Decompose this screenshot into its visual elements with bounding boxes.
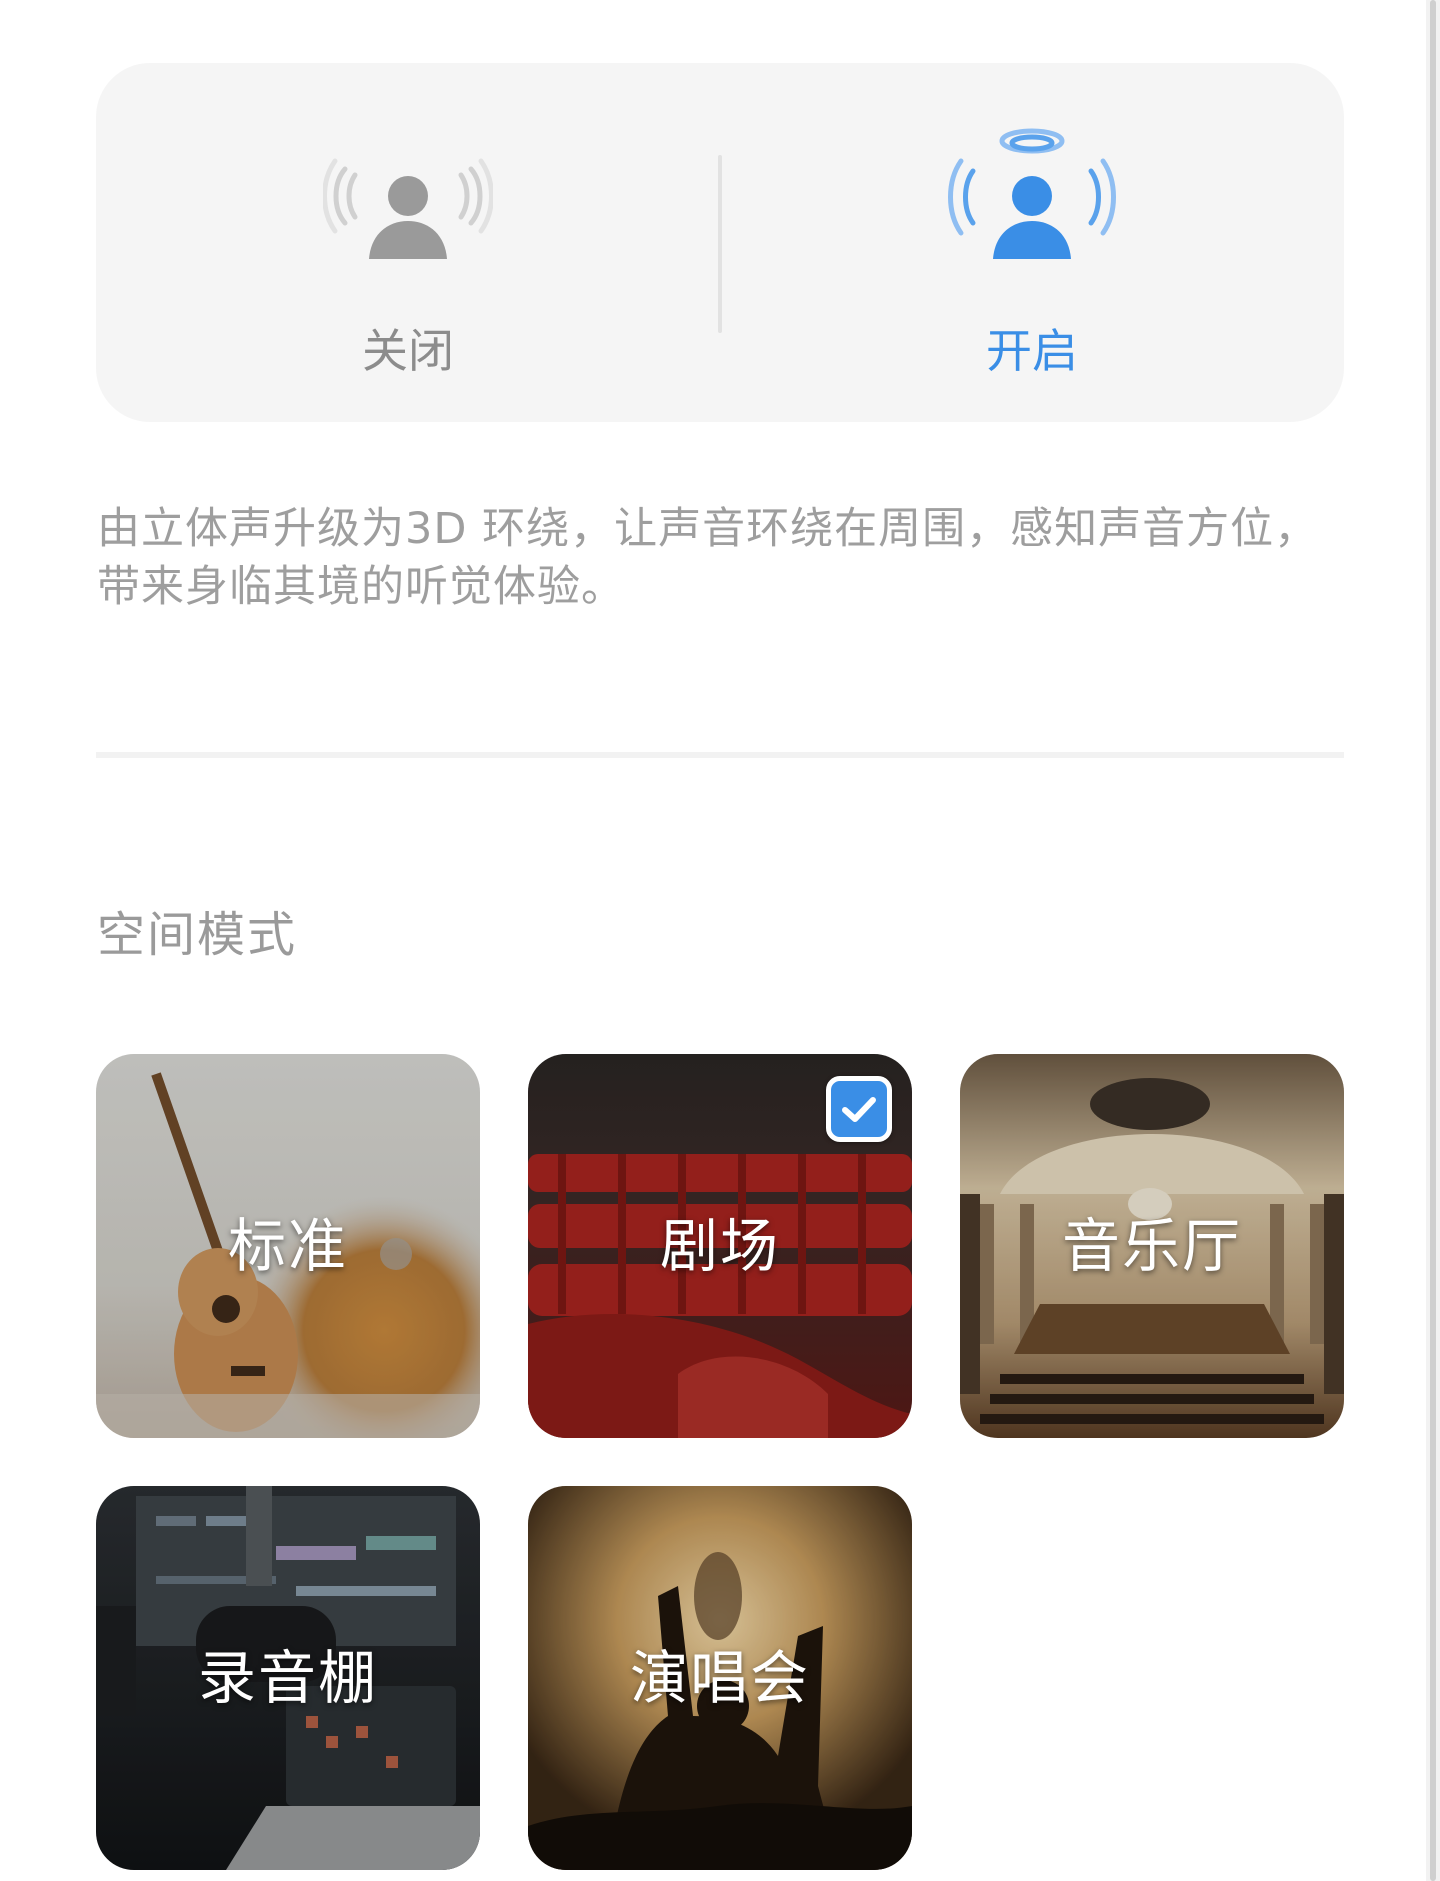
spatial-audio-on-label: 开启 — [986, 324, 1078, 378]
mode-label-theater: 剧场 — [659, 1212, 780, 1280]
mode-tile-studio[interactable]: 录音棚 — [96, 1486, 480, 1870]
section-divider — [96, 752, 1344, 758]
spatial-audio-off-label: 关闭 — [362, 324, 454, 378]
spatial-audio-on-option[interactable]: 开启 — [720, 63, 1344, 422]
scrollbar-thumb[interactable] — [1430, 0, 1436, 1881]
spatial-audio-settings-page: 关闭 开启 由立体声升级为3D 环绕，让声音环绕在周围，感知声音方位，带来身临其… — [0, 0, 1440, 1881]
mode-tile-standard[interactable]: 标准 — [96, 1054, 480, 1438]
spatial-audio-on-icon — [947, 121, 1117, 271]
mode-tile-theater[interactable]: 剧场 — [528, 1054, 912, 1438]
space-mode-title: 空间模式 — [97, 907, 298, 963]
spatial-audio-description: 由立体声升级为3D 环绕，让声音环绕在周围，感知声音方位，带来身临其境的听觉体验… — [97, 504, 1319, 612]
mode-label-concert-hall: 音乐厅 — [1061, 1212, 1242, 1280]
mode-label-standard: 标准 — [227, 1212, 348, 1280]
spatial-audio-off-icon — [322, 121, 494, 271]
checkmark-icon — [826, 1076, 892, 1142]
spatial-audio-off-option[interactable]: 关闭 — [96, 63, 720, 422]
mode-tile-concert[interactable]: 演唱会 — [528, 1486, 912, 1870]
vertical-scrollbar[interactable] — [1426, 0, 1440, 1881]
mode-tile-concert-hall[interactable]: 音乐厅 — [960, 1054, 1344, 1438]
mode-label-concert: 演唱会 — [629, 1644, 810, 1712]
mode-label-studio: 录音棚 — [197, 1644, 378, 1712]
spatial-audio-toggle-card: 关闭 开启 — [96, 63, 1344, 422]
